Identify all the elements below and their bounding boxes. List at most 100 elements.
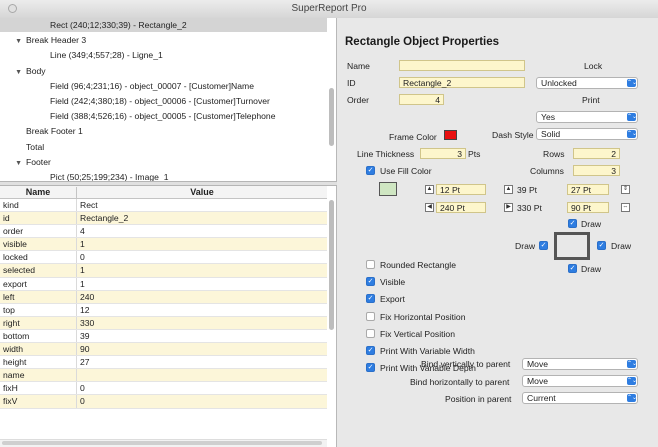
option-checkbox[interactable]: ✓ [366, 277, 375, 287]
grid-hscroll-thumb[interactable] [2, 441, 322, 445]
id-field[interactable]: Rectangle_2 [399, 77, 525, 88]
row-value[interactable]: 330 [80, 317, 320, 329]
title-bar: SuperReport Pro [0, 0, 658, 19]
draw-top-checkbox[interactable]: ✓ [568, 219, 577, 228]
row-value[interactable]: 1 [80, 278, 320, 290]
column-divider [76, 382, 77, 395]
left-offset-stepper-icon[interactable]: ◀ [425, 203, 434, 212]
draw-bottom-checkbox[interactable]: ✓ [568, 264, 577, 273]
option-checkbox[interactable] [366, 311, 375, 321]
draw-left-checkbox[interactable]: ✓ [539, 241, 548, 250]
rows-field[interactable]: 2 [573, 148, 620, 159]
table-row[interactable]: name [0, 369, 327, 383]
tree-node[interactable]: ▼ Body [0, 64, 46, 78]
row-value[interactable]: Rect [80, 199, 320, 211]
bind-vertical-select[interactable]: Move ⌃⌄ [522, 358, 638, 370]
tree-node-label: Line (349;4;557;28) - Ligne_1 [50, 50, 163, 61]
row-value[interactable]: 12 [80, 304, 320, 316]
tree-scrollbar[interactable] [329, 88, 334, 146]
right-left-field[interactable]: 90 Pt [567, 202, 609, 213]
table-row[interactable]: width 90 [0, 343, 327, 357]
grid-hscrollbar[interactable] [0, 439, 327, 447]
position-in-parent-select[interactable]: Current ⌃⌄ [522, 392, 638, 404]
right-top-stepper-icon[interactable]: ⇕ [621, 185, 630, 194]
table-row[interactable]: locked 0 [0, 251, 327, 265]
grid-header: Name Value [0, 186, 327, 199]
columns-field[interactable]: 3 [573, 165, 620, 176]
row-value[interactable]: 1 [80, 264, 320, 276]
col-value-header[interactable]: Value [77, 187, 327, 197]
tree-node[interactable]: Pict (50;25;199;234) - Image_1 [0, 170, 168, 181]
bind-horizontal-select[interactable]: Move ⌃⌄ [522, 375, 638, 387]
table-row[interactable]: export 1 [0, 277, 327, 291]
tree-node[interactable]: Total [0, 140, 44, 154]
property-grid[interactable]: Name Value kind Rect id Rectangle_2 order 4 vi… [0, 186, 337, 447]
lock-select[interactable]: Unlocked ⌃⌄ [536, 77, 638, 89]
top-offset-stepper-icon[interactable]: ▲ [425, 185, 434, 194]
option-checkbox[interactable] [366, 260, 375, 269]
row-name: width [3, 344, 24, 355]
tree-node[interactable]: Break Footer 1 [0, 124, 83, 138]
row-value[interactable]: 0 [80, 382, 320, 394]
row-value[interactable]: 1 [80, 238, 320, 250]
tree-node[interactable]: Line (349;4;557;28) - Ligne_1 [0, 48, 163, 62]
table-row[interactable]: left 240 [0, 290, 327, 304]
row-value[interactable]: 240 [80, 291, 320, 303]
mid-left-stepper-icon[interactable]: ▶ [504, 203, 513, 212]
row-value[interactable]: 0 [80, 395, 320, 407]
table-row[interactable]: order 4 [0, 225, 327, 239]
object-tree[interactable]: Rect (240;12;330;39) - Rectangle_2 ▼ Break… [0, 18, 337, 181]
use-fill-checkbox[interactable]: ✓ [366, 166, 375, 175]
tree-node[interactable]: Field (388;4;526;16) - object_00005 - [C… [0, 109, 276, 123]
left-offset-field[interactable]: 240 Pt [436, 202, 486, 213]
draw-right-checkbox[interactable]: ✓ [597, 241, 606, 250]
table-row[interactable]: fixV 0 [0, 395, 327, 409]
lock-label: Lock [584, 61, 603, 71]
right-top-field[interactable]: 27 Pt [567, 184, 609, 195]
table-row[interactable]: id Rectangle_2 [0, 212, 327, 226]
fill-color-swatch[interactable] [379, 182, 397, 196]
disclosure-triangle-icon[interactable]: ▼ [14, 66, 22, 80]
print-select[interactable]: Yes ⌃⌄ [536, 111, 638, 123]
order-field[interactable]: 4 [399, 94, 444, 105]
option-checkbox[interactable] [366, 328, 375, 338]
disclosure-triangle-icon[interactable]: ▼ [14, 35, 22, 49]
row-value[interactable]: 90 [80, 343, 320, 355]
grid-scrollbar[interactable] [329, 200, 334, 330]
table-row[interactable]: height 27 [0, 356, 327, 370]
table-row[interactable]: kind Rect [0, 199, 327, 213]
tree-node[interactable]: Field (96;4;231;16) - object_00007 - [Cu… [0, 79, 254, 93]
row-value[interactable]: 27 [80, 356, 320, 368]
tree-node[interactable]: Rect (240;12;330;39) - Rectangle_2 [0, 18, 327, 32]
option-checkbox[interactable]: ✓ [366, 363, 375, 373]
top-offset-field[interactable]: 12 Pt [436, 184, 486, 195]
row-value[interactable]: Rectangle_2 [80, 212, 320, 224]
table-row[interactable]: fixH 0 [0, 382, 327, 396]
option-checkbox[interactable]: ✓ [366, 294, 375, 304]
mid-top-stepper-icon[interactable]: ▲ [504, 185, 513, 194]
table-row[interactable]: visible 1 [0, 238, 327, 252]
row-value[interactable]: 0 [80, 251, 320, 263]
line-thickness-field[interactable]: 3 [420, 148, 466, 159]
row-value[interactable]: 4 [80, 225, 320, 237]
table-row[interactable]: right 330 [0, 316, 327, 330]
col-name-header[interactable]: Name [0, 187, 77, 198]
table-row[interactable]: bottom 39 [0, 329, 327, 344]
option-checkbox[interactable]: ✓ [366, 346, 375, 355]
right-left-stepper-icon[interactable]: ⇔ [621, 203, 630, 212]
tree-node[interactable]: ▼ Footer [0, 155, 51, 169]
tree-node-label: Break Header 3 [26, 35, 87, 46]
disclosure-triangle-icon[interactable]: ▼ [14, 157, 22, 171]
print-label: Print [582, 95, 600, 105]
tree-node[interactable]: ▼ Break Header 3 [0, 33, 86, 47]
tree-node-label: Break Footer 1 [26, 126, 83, 137]
tree-indent: ▼ [0, 64, 22, 80]
name-field[interactable] [399, 60, 525, 71]
frame-color-swatch[interactable] [444, 130, 457, 140]
table-row[interactable]: selected 1 [0, 264, 327, 278]
row-value[interactable]: 39 [80, 330, 320, 342]
table-row[interactable]: top 12 [0, 303, 327, 317]
tree-node[interactable]: Field (242;4;380;18) - object_00006 - [C… [0, 94, 270, 108]
dash-style-select[interactable]: Solid ⌃⌄ [536, 128, 638, 140]
row-name: fixV [3, 396, 18, 407]
